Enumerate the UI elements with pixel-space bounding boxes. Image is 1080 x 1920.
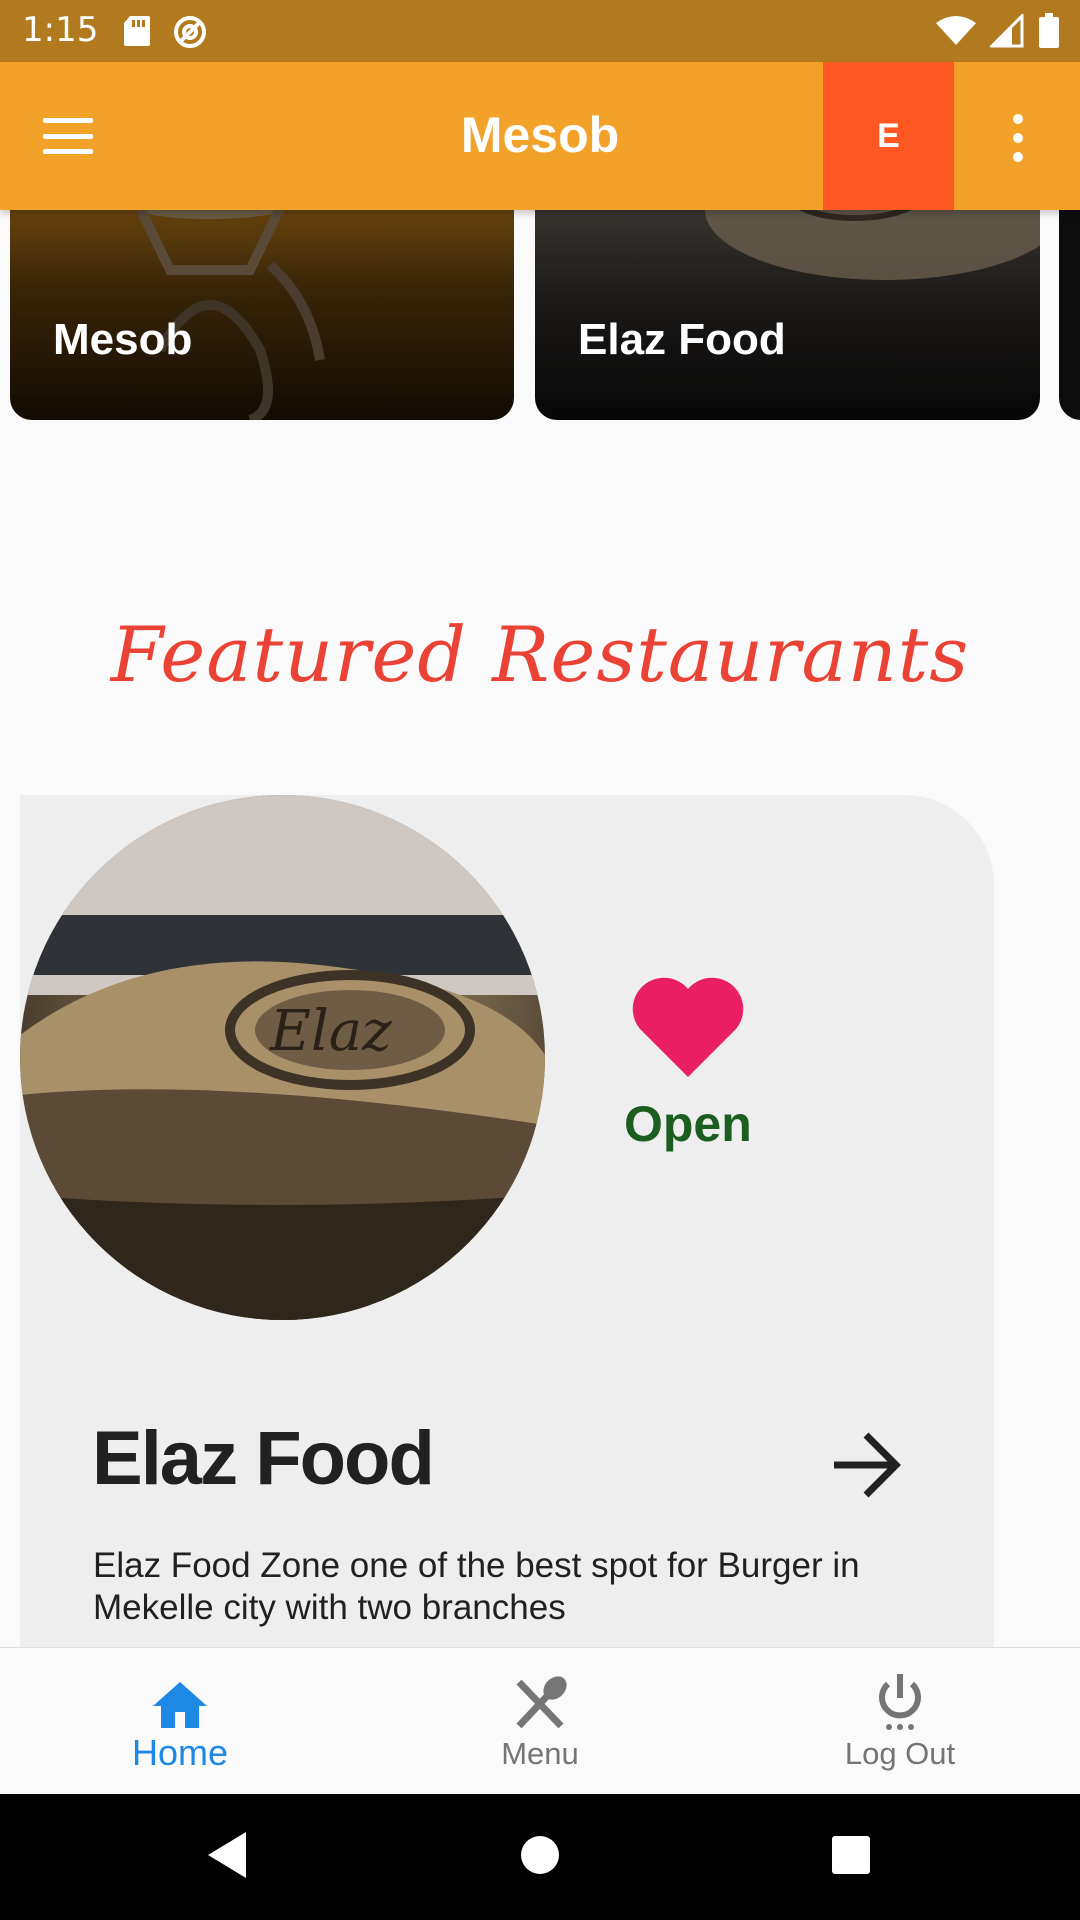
back-icon[interactable]	[206, 1830, 250, 1880]
nav-logout-label: Log Out	[844, 1736, 956, 1771]
recents-icon[interactable]	[830, 1830, 872, 1880]
nav-menu-label: Menu	[501, 1736, 579, 1771]
nav-home-label: Home	[131, 1732, 229, 1773]
signal-icon	[988, 12, 1024, 53]
at-sign-icon	[172, 14, 208, 55]
status-time: 1:15	[22, 10, 99, 50]
system-navigation-bar	[0, 1794, 1080, 1920]
more-vertical-icon[interactable]	[998, 114, 1038, 162]
featured-restaurants-heading: Featured Restaurants	[110, 610, 970, 699]
restaurant-card-name: Elaz Food	[578, 315, 786, 364]
home-icon	[153, 1682, 207, 1728]
app-bar: Mesob E	[0, 62, 1080, 210]
nav-menu[interactable]: Menu	[360, 1648, 720, 1795]
user-avatar-button[interactable]: E	[823, 62, 954, 210]
restaurant-card-name: Mesob	[53, 315, 193, 364]
featured-restaurant-name: Elaz Food	[92, 1416, 435, 1501]
wifi-icon	[936, 15, 976, 52]
restaurant-photo: Elaz	[20, 795, 545, 1320]
status-bar: 1:15	[0, 0, 1080, 62]
bottom-navigation: Home Menu Log Out	[0, 1647, 1080, 1794]
open-status-label: Open	[624, 1096, 752, 1152]
nav-logout[interactable]: Log Out	[720, 1648, 1080, 1795]
featured-restaurant-description: Elaz Food Zone one of the best spot for …	[93, 1546, 860, 1627]
favorite-heart-icon[interactable]	[632, 975, 744, 1079]
utensils-icon	[516, 1676, 567, 1729]
home-circle-icon[interactable]	[520, 1830, 560, 1880]
sd-card-icon	[122, 14, 152, 55]
svg-text:Elaz: Elaz	[269, 999, 392, 1064]
power-icon	[879, 1674, 921, 1730]
arrow-right-icon[interactable]	[826, 1425, 906, 1505]
nav-home[interactable]: Home	[0, 1648, 360, 1795]
battery-icon	[1038, 13, 1060, 54]
